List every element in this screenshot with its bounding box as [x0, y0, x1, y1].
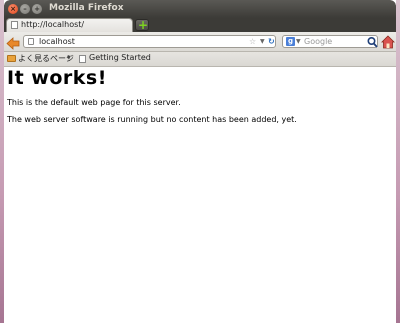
google-icon[interactable]: g [286, 37, 295, 46]
reload-icon[interactable]: ↻ [268, 36, 275, 47]
page-heading: It works! [7, 67, 107, 89]
plus-icon: + [138, 18, 149, 32]
paragraph-server-status: The web server software is running but n… [7, 115, 297, 124]
chevron-down-icon[interactable]: ▼ [67, 55, 71, 61]
browser-window: × – + Mozilla Firefox http://localhost/ … [4, 0, 396, 323]
search-bar[interactable]: g ▼ Google [282, 35, 378, 48]
magnifier-icon [367, 36, 378, 48]
window-maximize-button[interactable]: + [32, 4, 42, 14]
search-button[interactable] [367, 34, 378, 48]
search-input[interactable]: Google [304, 36, 332, 47]
paragraph-default-page: This is the default web page for this se… [7, 98, 181, 107]
page-content: It works! This is the default web page f… [4, 67, 396, 323]
search-engine-dropdown-icon[interactable]: ▼ [296, 36, 301, 47]
tab-strip: http://localhost/ + [4, 18, 396, 32]
navigation-bar: localhost ☆ ▼ ↻ g ▼ Google [4, 32, 396, 52]
folder-icon [7, 55, 16, 62]
home-icon [381, 35, 395, 49]
title-bar[interactable]: × – + Mozilla Firefox [4, 0, 396, 18]
window-title: Mozilla Firefox [49, 3, 124, 13]
bookmarks-toolbar: よく見るページ ▼ Getting Started [4, 52, 396, 67]
page-icon [79, 55, 86, 63]
url-history-dropdown-icon[interactable]: ▼ [260, 36, 265, 47]
bookmark-getting-started[interactable]: Getting Started [89, 53, 151, 62]
window-minimize-button[interactable]: – [20, 4, 30, 14]
tab-label: http://localhost/ [21, 20, 85, 29]
tab-localhost[interactable]: http://localhost/ [6, 18, 133, 32]
home-button[interactable] [381, 34, 395, 49]
window-close-button[interactable]: × [8, 4, 18, 14]
url-bar[interactable]: localhost ☆ ▼ ↻ [23, 35, 276, 48]
site-identity-icon[interactable] [28, 38, 34, 45]
url-text: localhost [39, 37, 75, 46]
desktop-edge-right [396, 0, 400, 323]
bookmark-folder-most-visited[interactable]: よく見るページ [18, 53, 74, 64]
page-icon [11, 21, 18, 29]
new-tab-button[interactable]: + [135, 18, 149, 32]
bookmark-star-icon[interactable]: ☆ [249, 36, 256, 47]
back-button[interactable] [6, 35, 20, 50]
back-arrow-icon [6, 37, 20, 50]
